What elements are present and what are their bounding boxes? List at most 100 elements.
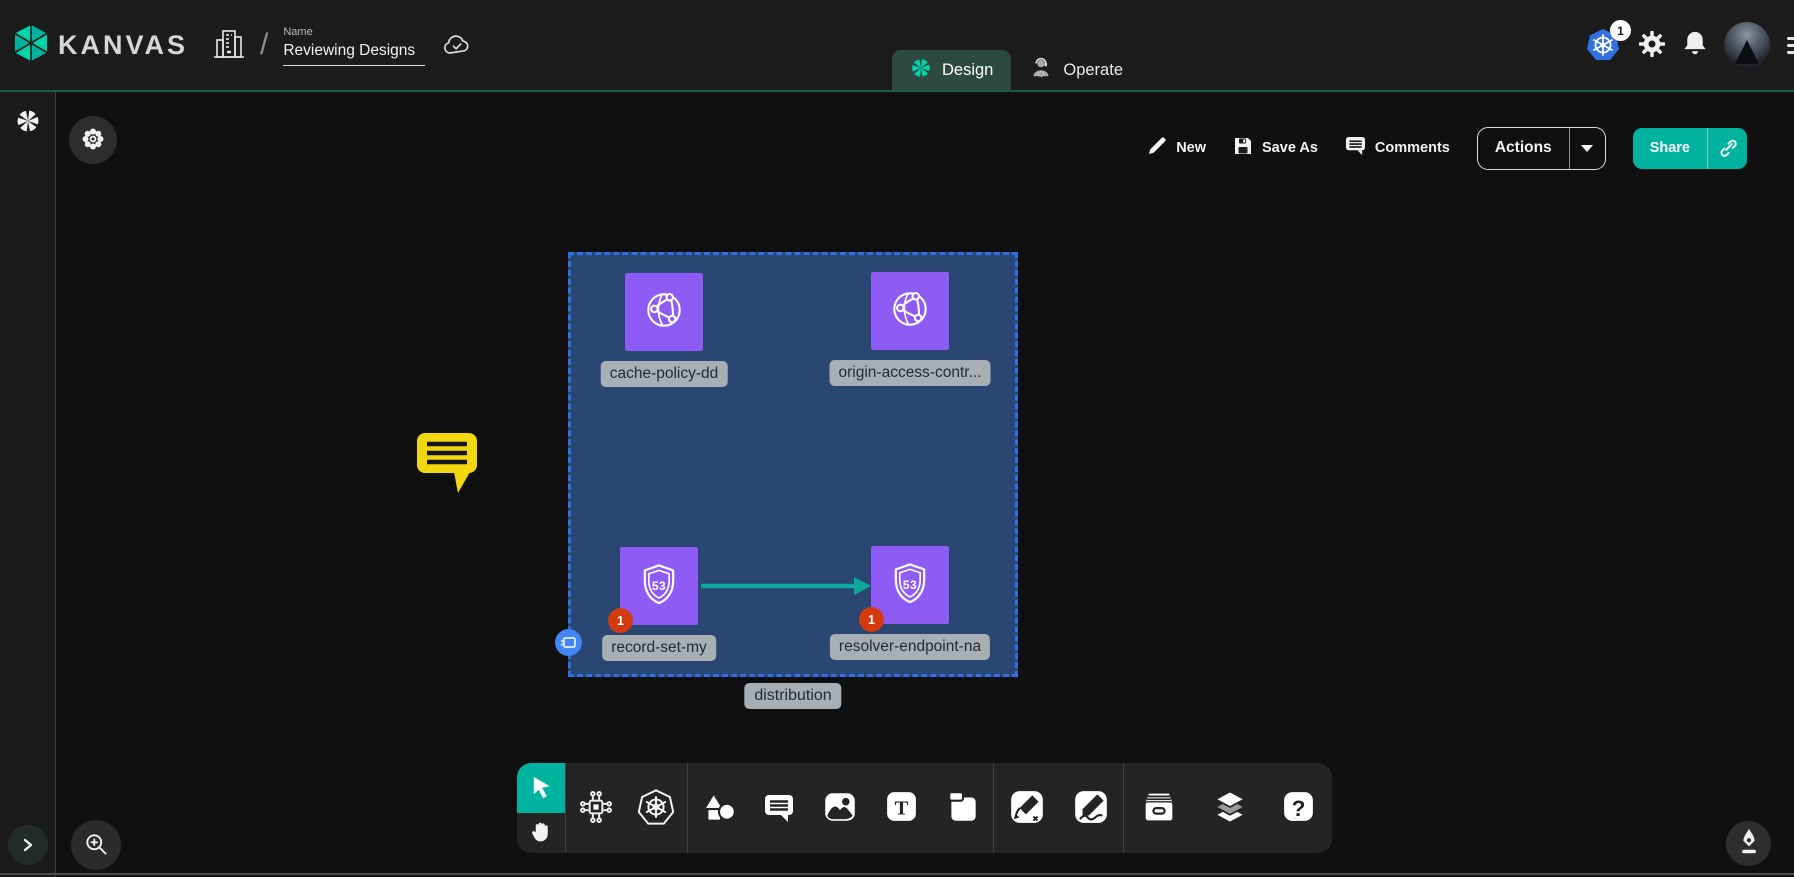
- image-tool[interactable]: [821, 788, 859, 829]
- kubernetes-tool[interactable]: [636, 787, 676, 830]
- kubernetes-context-button[interactable]: 1: [1585, 27, 1621, 63]
- share-label: Share: [1633, 128, 1707, 169]
- new-button[interactable]: New: [1147, 136, 1206, 160]
- bottom-toolbar: T: [517, 763, 1332, 853]
- share-button[interactable]: Share: [1633, 128, 1747, 169]
- design-name-input[interactable]: [283, 40, 425, 66]
- kubernetes-helm-icon: [636, 787, 676, 830]
- help-tool[interactable]: ?: [1280, 788, 1317, 828]
- select-cursor-icon: [528, 774, 554, 803]
- dropdown-caret-icon[interactable]: [1569, 128, 1605, 169]
- shield-number: 53: [652, 579, 666, 593]
- pencil-sketch-tool[interactable]: [1072, 788, 1110, 829]
- save-as-button[interactable]: Save As: [1233, 136, 1318, 160]
- pen-nib-button[interactable]: [1726, 821, 1771, 866]
- notifications-bell-icon: [1683, 30, 1707, 60]
- flower-widget-icon: [81, 127, 105, 154]
- node-resolver-endpoint[interactable]: 53 1 resolver-endpoint-na: [871, 546, 949, 624]
- share-link-icon[interactable]: [1707, 128, 1747, 169]
- node-cache-policy[interactable]: cache-policy-dd: [625, 273, 703, 351]
- tab-operate[interactable]: Operate: [1011, 50, 1141, 90]
- help-icon: ?: [1280, 788, 1317, 828]
- node-record-set[interactable]: 53 1 record-set-my: [620, 547, 698, 625]
- kanvas-app: KANVAS / Name: [0, 0, 1794, 877]
- node-label: cache-policy-dd: [601, 361, 728, 387]
- infrastructure-tool[interactable]: [577, 788, 615, 829]
- zoom-in-icon: [83, 831, 109, 860]
- meshery-swirl-icon[interactable]: [15, 108, 41, 139]
- comment-icon: [761, 789, 797, 828]
- layers-tool[interactable]: [1210, 787, 1250, 830]
- sticky-note-icon: [944, 788, 982, 829]
- organization-button[interactable]: [214, 26, 244, 65]
- name-field-label: Name: [283, 26, 425, 38]
- new-label: New: [1176, 140, 1206, 156]
- kubernetes-context-count-badge: 1: [1610, 20, 1631, 41]
- zoom-in-button[interactable]: [71, 820, 121, 870]
- node-label: record-set-my: [602, 635, 716, 661]
- organization-building-icon: [214, 26, 244, 65]
- image-icon: [821, 788, 859, 829]
- node-label: resolver-endpoint-na: [830, 634, 990, 660]
- annotation-tools: T: [688, 763, 994, 853]
- logo-wordmark: KANVAS: [58, 30, 188, 61]
- comments-bubble-icon: [1345, 136, 1366, 160]
- settings-gear-icon: [1638, 30, 1666, 61]
- error-count-badge[interactable]: 1: [859, 607, 884, 632]
- comments-label: Comments: [1375, 140, 1450, 156]
- pointer-tools: [517, 763, 565, 853]
- node-origin-access-control[interactable]: origin-access-contr...: [871, 272, 949, 350]
- design-canvas[interactable]: New Save As: [56, 92, 1794, 877]
- menu-icon[interactable]: [1787, 37, 1794, 54]
- flower-widget-button[interactable]: [69, 116, 117, 164]
- tab-design-label: Design: [942, 61, 993, 80]
- pencil-sketch-icon: [1072, 788, 1110, 829]
- pan-hand-icon: [529, 820, 553, 847]
- app-header: KANVAS / Name: [0, 0, 1794, 92]
- selection-group-distribution[interactable]: cache-policy-dd origin-access-contr... 5…: [568, 252, 1018, 677]
- notifications-button[interactable]: [1683, 30, 1707, 60]
- archive-drawer-icon: [1139, 787, 1179, 830]
- archive-tool[interactable]: [1139, 787, 1179, 830]
- actions-dropdown-button[interactable]: Actions: [1477, 127, 1606, 170]
- text-tool[interactable]: T: [883, 788, 920, 828]
- layers-icon: [1210, 787, 1250, 830]
- operate-headset-icon: [1029, 56, 1053, 85]
- shapes-tool[interactable]: [700, 788, 738, 829]
- pen-nib-icon: [1736, 828, 1762, 859]
- avatar-figure: [1735, 40, 1759, 64]
- actions-label: Actions: [1478, 128, 1569, 169]
- error-count-badge[interactable]: 1: [608, 608, 633, 633]
- settings-button[interactable]: [1638, 30, 1666, 61]
- selection-handle-icon[interactable]: [555, 629, 582, 656]
- select-cursor-tool[interactable]: [517, 763, 565, 813]
- header-left: KANVAS / Name: [14, 0, 471, 90]
- comments-button[interactable]: Comments: [1345, 136, 1450, 160]
- comment-marker-icon[interactable]: [416, 432, 478, 499]
- design-swirl-icon: [910, 57, 932, 84]
- user-avatar[interactable]: [1724, 22, 1770, 68]
- kubernetes-context-icon: [1585, 50, 1621, 67]
- svg-text:?: ?: [1291, 796, 1305, 821]
- sidebar-expand-button[interactable]: [8, 825, 48, 865]
- breadcrumb-separator: /: [260, 28, 268, 62]
- cloudfront-globe-icon: [641, 287, 687, 338]
- pencil-new-icon: [1147, 136, 1167, 160]
- text-icon: T: [883, 788, 920, 828]
- utility-tools: ?: [1124, 763, 1332, 853]
- pen-path-tool[interactable]: [1008, 788, 1046, 829]
- infrastructure-circuit-icon: [577, 788, 615, 829]
- header-right: 1: [1585, 0, 1794, 90]
- pen-path-icon: [1008, 788, 1046, 829]
- cloudfront-globe-icon: [887, 286, 933, 337]
- comment-tool[interactable]: [761, 789, 797, 828]
- pan-hand-tool[interactable]: [517, 813, 565, 853]
- design-name-field: Name: [283, 26, 425, 66]
- drawing-tools: [994, 763, 1123, 853]
- edge-record-to-resolver: [698, 571, 874, 601]
- screen-bottom-edge: [0, 873, 1794, 875]
- kanvas-logo[interactable]: KANVAS: [14, 24, 188, 67]
- left-sidebar: [0, 92, 56, 877]
- sticky-note-tool[interactable]: [944, 788, 982, 829]
- tab-design[interactable]: Design: [892, 50, 1011, 90]
